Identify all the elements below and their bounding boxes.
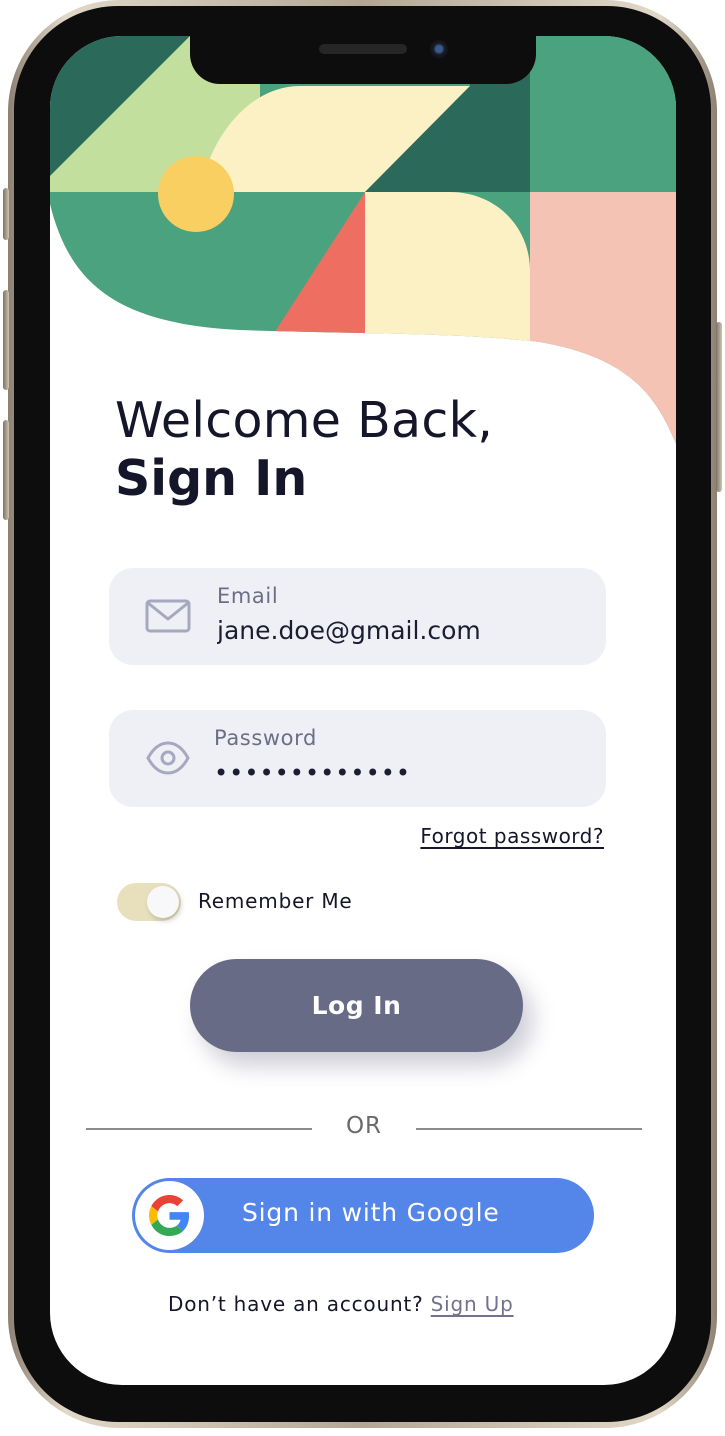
email-input[interactable] — [217, 614, 577, 648]
phone-speaker — [319, 44, 407, 54]
side-button-power — [716, 322, 722, 492]
mail-icon — [145, 599, 191, 633]
art-green-block — [530, 36, 676, 192]
welcome-text: Welcome Back, — [115, 392, 494, 449]
password-label: Password — [214, 726, 317, 750]
google-signin-label: Sign in with Google — [242, 1198, 500, 1227]
login-button[interactable]: Log In — [190, 959, 523, 1052]
toggle-knob — [147, 886, 179, 918]
side-button-silent — [3, 188, 9, 240]
email-field[interactable]: Email — [109, 568, 606, 665]
art-yellow-sun — [158, 156, 234, 232]
password-input[interactable]: ••••••••••••• — [214, 756, 574, 790]
art-peach-block — [530, 192, 676, 444]
or-divider-text: OR — [345, 1113, 383, 1139]
phone-mockup: Welcome Back, Sign In Email Password •••… — [0, 0, 725, 1436]
email-label: Email — [217, 584, 279, 608]
signup-prompt-text: Don’t have an account? — [168, 1292, 424, 1316]
google-icon-badge — [135, 1181, 204, 1250]
google-signin-button[interactable]: Sign in with Google — [132, 1178, 594, 1253]
remember-me-toggle[interactable] — [117, 883, 181, 921]
front-camera — [430, 40, 448, 58]
page-title: Sign In — [115, 450, 308, 507]
divider-line-left — [86, 1128, 312, 1130]
signup-link[interactable]: Sign Up — [431, 1292, 514, 1316]
side-button-volume-up — [3, 290, 9, 390]
divider-line-right — [416, 1128, 642, 1130]
signup-prompt: Don’t have an account? Sign Up — [168, 1292, 514, 1316]
remember-me-label: Remember Me — [198, 889, 353, 913]
google-icon — [149, 1195, 190, 1236]
side-button-volume-down — [3, 420, 9, 520]
login-screen: Welcome Back, Sign In Email Password •••… — [50, 36, 676, 1385]
password-field[interactable]: Password ••••••••••••• — [109, 710, 606, 807]
eye-icon[interactable] — [145, 738, 191, 778]
forgot-password-link[interactable]: Forgot password? — [420, 824, 604, 848]
